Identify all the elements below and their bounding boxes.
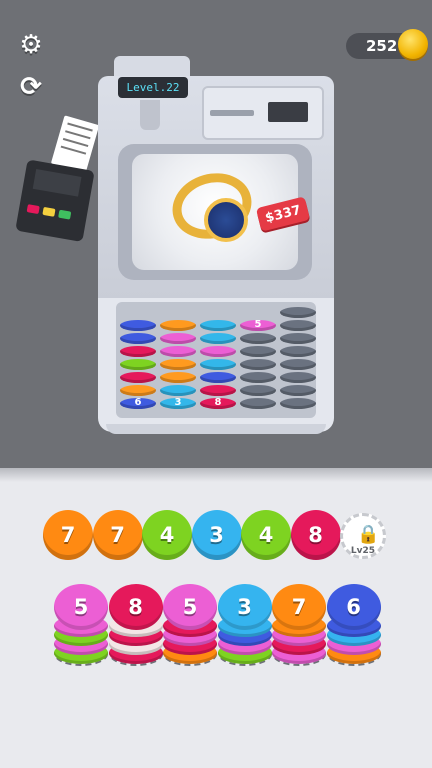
tray-chip [120, 333, 156, 344]
tray-chip [200, 385, 236, 396]
tray-column [280, 306, 316, 410]
tray-chip [200, 346, 236, 357]
machine-tube [140, 100, 160, 130]
tray-chip [280, 385, 316, 396]
drawer-base [106, 424, 326, 434]
tray-chip [280, 333, 316, 344]
coin-counter: 252 [346, 29, 428, 59]
chip-stack[interactable]: 3 [217, 584, 272, 670]
coin-slot-panel [202, 86, 324, 140]
stack-top-chip[interactable]: 6 [326, 584, 381, 630]
tray-chip [160, 359, 196, 370]
divider [0, 468, 432, 482]
tray-chip [240, 372, 276, 383]
tray-column-label: 8 [214, 397, 222, 408]
terminal-key-green [58, 209, 72, 220]
tray-chip [200, 359, 236, 370]
tray-chip [120, 385, 156, 396]
terminal-screen [32, 168, 82, 197]
terminal-body [15, 159, 95, 243]
coin-count: 252 [366, 37, 398, 55]
chip-stack[interactable]: 7 [272, 584, 326, 670]
tray-chip [200, 333, 236, 344]
prize-machine: Level.22 $337 6 3 8 5 [98, 56, 334, 436]
tray-chip [120, 346, 156, 357]
tray-chip [280, 320, 316, 331]
stack-top-chip[interactable]: 5 [54, 584, 108, 630]
tray-chip [160, 385, 196, 396]
terminal-key-red [26, 204, 40, 215]
stack-top-chip[interactable]: 7 [272, 584, 326, 630]
queue-chip[interactable]: 7 [43, 510, 93, 560]
tray-chip [200, 372, 236, 383]
tray-chip [280, 346, 316, 357]
tray-chip [240, 398, 276, 409]
tray-column: 8 [200, 306, 236, 410]
tray-chip [240, 333, 276, 344]
chip-tray: 6 3 8 5 [116, 302, 316, 418]
tray-chip [280, 398, 316, 409]
queue-chip[interactable]: 4 [241, 510, 291, 560]
tray-chip [200, 320, 236, 331]
stack-top-chip[interactable]: 5 [163, 584, 217, 630]
chip-stack[interactable]: 5 [163, 584, 217, 670]
tray-column: 3 [160, 306, 196, 410]
terminal-key-yellow [42, 206, 56, 217]
lock-icon: 🔒 [357, 524, 380, 545]
queue-chip[interactable]: 3 [191, 510, 242, 560]
tray-column-label: 5 [254, 319, 262, 330]
tray-chip [240, 359, 276, 370]
tray-chip [160, 320, 196, 331]
locked-slot[interactable]: 🔒 Lv25 [340, 513, 386, 559]
level-display: Level.22 [118, 77, 188, 98]
coin-slot [210, 110, 254, 116]
tray-column-label: 3 [174, 397, 182, 408]
tray-column: 5 [240, 306, 276, 410]
tray-chip [240, 346, 276, 357]
prize-glass: $337 [132, 154, 311, 270]
tray-column: 6 [120, 306, 156, 410]
tray-chip [280, 372, 316, 383]
watch-icon [204, 198, 248, 242]
tray-chip [160, 333, 196, 344]
tray-chip [120, 320, 156, 331]
tray-chip [240, 385, 276, 396]
tray-chip [280, 359, 316, 370]
price-tag: $337 [255, 196, 311, 232]
chip-drawer: 6 3 8 5 [98, 298, 334, 434]
payment-terminal [15, 115, 100, 243]
queue-chip[interactable]: 7 [92, 510, 143, 560]
queue-chip[interactable]: 4 [142, 510, 192, 560]
chip-stack[interactable]: 8 [108, 584, 163, 670]
chip-stack[interactable]: 6 [326, 584, 381, 670]
lock-level-label: Lv25 [350, 546, 376, 556]
tray-chip [120, 372, 156, 383]
coin-icon [398, 29, 428, 59]
tray-chip [160, 346, 196, 357]
stack-top-chip[interactable]: 8 [108, 584, 163, 630]
chip-stack[interactable]: 5 [54, 584, 108, 670]
tray-column-label: 6 [134, 397, 142, 408]
tray-chip [120, 359, 156, 370]
gear-icon[interactable]: ⚙ [14, 28, 48, 62]
tray-chip [280, 307, 316, 318]
tray-chip [160, 372, 196, 383]
queue-chip[interactable]: 8 [290, 510, 341, 560]
restart-icon[interactable]: ⟳ [14, 70, 48, 104]
prize-window: $337 [118, 144, 312, 280]
slot-display [268, 102, 308, 122]
stack-top-chip[interactable]: 3 [217, 584, 272, 630]
machine-body: Level.22 $337 [98, 76, 334, 311]
